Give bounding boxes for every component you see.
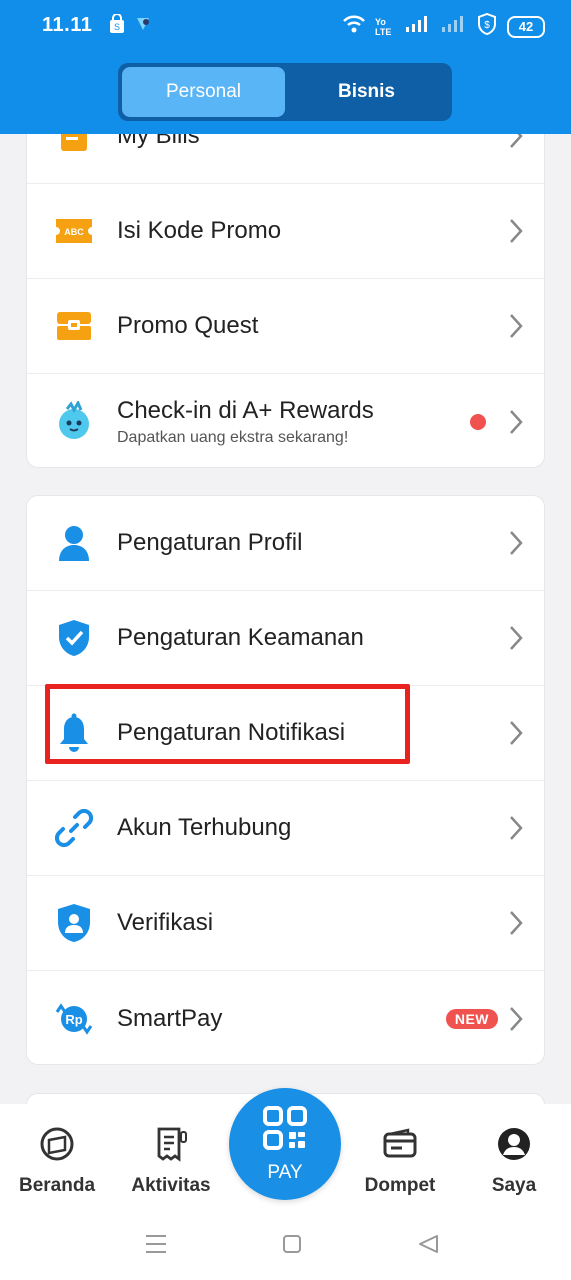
menu-item-label: Isi Kode Promo bbox=[117, 217, 282, 244]
nav-saya[interactable]: Saya bbox=[459, 1126, 569, 1197]
menu-item-label: Akun Terhubung bbox=[117, 814, 292, 841]
menu-item-pengaturan-profil[interactable]: Pengaturan Profil bbox=[27, 496, 544, 591]
menu-item-verifikasi[interactable]: Verifikasi bbox=[27, 876, 544, 971]
link-icon bbox=[53, 807, 95, 849]
nav-dompet[interactable]: Dompet bbox=[345, 1126, 455, 1197]
wallet-icon bbox=[382, 1126, 418, 1167]
menu-item-promo-quest[interactable]: Promo Quest bbox=[27, 279, 544, 374]
account-type-switcher: Personal Bisnis bbox=[118, 63, 452, 121]
chevron-right-icon bbox=[508, 407, 524, 437]
menu-item-label: Check-in di A+ Rewards bbox=[117, 396, 374, 424]
nav-aktivitas[interactable]: Aktivitas bbox=[116, 1126, 226, 1197]
qr-code-icon bbox=[262, 1105, 308, 1156]
verify-shield-icon bbox=[53, 902, 95, 944]
nav-beranda[interactable]: Beranda bbox=[2, 1126, 112, 1197]
menu-item-pengaturan-keamanan[interactable]: Pengaturan Keamanan bbox=[27, 591, 544, 686]
status-bar: 11.11 S Yo LTE $ 42 bbox=[0, 0, 571, 52]
rewards-mascot-icon bbox=[53, 400, 95, 443]
menu-item-akun-terhubung[interactable]: Akun Terhubung bbox=[27, 781, 544, 876]
person-icon bbox=[53, 522, 95, 564]
tab-bisnis[interactable]: Bisnis bbox=[285, 67, 448, 117]
status-time: 11.11 bbox=[42, 14, 93, 36]
rewards-card: My Bills ABC Isi Kode Promo Promo Quest bbox=[26, 88, 545, 468]
menu-item-isi-kode-promo[interactable]: ABC Isi Kode Promo bbox=[27, 184, 544, 279]
wifi-icon bbox=[343, 15, 365, 38]
promo-code-icon-text: ABC bbox=[64, 227, 84, 237]
menu-item-sublabel: Dapatkan uang ekstra sekarang! bbox=[117, 428, 349, 446]
chevron-right-icon bbox=[508, 908, 524, 938]
menu-item-label: Pengaturan Keamanan bbox=[117, 624, 364, 651]
new-badge: NEW bbox=[445, 1008, 498, 1029]
chevron-right-icon bbox=[508, 623, 524, 653]
smartpay-icon: Rp bbox=[53, 998, 95, 1040]
chevron-right-icon bbox=[508, 528, 524, 558]
menu-item-smartpay[interactable]: Rp SmartPay NEW bbox=[27, 971, 544, 1064]
settings-card: Pengaturan Profil Pengaturan Keamanan Pe… bbox=[26, 495, 545, 1065]
tab-personal[interactable]: Personal bbox=[122, 67, 285, 117]
highlight-annotation bbox=[45, 684, 410, 764]
receipt-icon bbox=[153, 1126, 189, 1167]
smartpay-icon-text: Rp bbox=[65, 1012, 82, 1027]
home-square-icon[interactable] bbox=[282, 1234, 302, 1259]
dollar-shield-icon: $ bbox=[477, 12, 497, 40]
nav-label: Beranda bbox=[18, 1175, 96, 1196]
battery-indicator: 42 bbox=[507, 15, 545, 38]
menu-item-check-in-rewards[interactable]: Check-in di A+ Rewards Dapatkan uang eks… bbox=[27, 374, 544, 467]
chevron-right-icon bbox=[508, 216, 524, 246]
chevron-right-icon bbox=[508, 718, 524, 748]
home-wallet-icon bbox=[39, 1126, 75, 1167]
shield-check-icon bbox=[53, 617, 95, 659]
nav-label: Saya bbox=[491, 1175, 537, 1196]
chevron-right-icon bbox=[508, 1004, 524, 1034]
app-header: 11.11 S Yo LTE $ 42 Personal Bisnis bbox=[0, 0, 571, 134]
pay-label: PAY bbox=[267, 1161, 303, 1183]
menu-icon[interactable] bbox=[145, 1234, 167, 1259]
signal-icon bbox=[405, 15, 431, 38]
menu-item-label: Pengaturan Profil bbox=[117, 529, 303, 556]
system-nav-bar bbox=[0, 1204, 571, 1280]
promo-code-icon: ABC bbox=[53, 210, 95, 252]
nav-label: Aktivitas bbox=[131, 1175, 211, 1196]
menu-item-label: SmartPay bbox=[117, 1004, 223, 1032]
treasure-chest-icon bbox=[53, 305, 95, 347]
back-triangle-icon[interactable] bbox=[417, 1234, 439, 1259]
pay-button[interactable]: PAY bbox=[229, 1088, 341, 1200]
profile-icon bbox=[496, 1126, 532, 1167]
shopping-bag-icon: S bbox=[108, 13, 126, 39]
app-notification-icon bbox=[134, 14, 152, 39]
svg-text:$: $ bbox=[484, 20, 490, 31]
menu-item-label: Verifikasi bbox=[117, 909, 214, 936]
chevron-right-icon bbox=[508, 311, 524, 341]
network-label: Yo LTE bbox=[375, 16, 392, 37]
nav-label: Dompet bbox=[364, 1175, 436, 1196]
menu-item-label: Promo Quest bbox=[117, 312, 259, 339]
svg-text:S: S bbox=[114, 22, 120, 32]
signal-2-icon bbox=[441, 15, 467, 38]
notification-dot bbox=[470, 413, 486, 430]
chevron-right-icon bbox=[508, 813, 524, 843]
